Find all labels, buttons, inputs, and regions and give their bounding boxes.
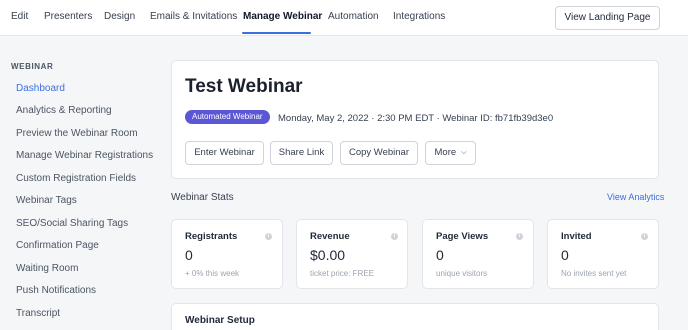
stat-subtext: ticket price: FREE [310,269,375,278]
tab-design[interactable]: Design [104,11,135,22]
stat-label: Registrants [185,231,238,242]
sidebar-item-webinar-tags[interactable]: Webinar Tags [16,195,77,206]
stat-subtext: + 0% this week [185,269,240,278]
sidebar-item-waiting-room[interactable]: Waiting Room [16,263,78,274]
sidebar-item-dashboard[interactable]: Dashboard [16,83,65,94]
info-icon: i [391,233,398,240]
sidebar-item-confirmation-page[interactable]: Confirmation Page [16,240,99,251]
sidebar-item-push-notifications[interactable]: Push Notifications [16,285,96,296]
sidebar-item-transcript[interactable]: Transcript [16,308,60,319]
active-tab-indicator [242,32,311,34]
tab-emails-invitations[interactable]: Emails & Invitations [150,11,237,22]
more-button[interactable]: More ⌵ [425,141,476,165]
stat-value: 0 [436,247,444,263]
info-icon: i [641,233,648,240]
sidebar-item-preview-room[interactable]: Preview the Webinar Room [16,128,138,139]
sidebar-heading: WEBINAR [11,62,54,71]
stat-value: 0 [185,247,193,263]
status-badge: Automated Webinar [185,110,270,124]
stat-subtext: No invites sent yet [561,269,627,278]
stat-label: Revenue [310,231,350,242]
stat-label: Invited [561,231,592,242]
sidebar-item-analytics-reporting[interactable]: Analytics & Reporting [16,105,112,116]
view-analytics-link[interactable]: View Analytics [607,192,664,202]
webinar-setup-title: Webinar Setup [185,315,255,326]
sidebar-item-seo-social-tags[interactable]: SEO/Social Sharing Tags [16,218,128,229]
sidebar-item-custom-registration-fields[interactable]: Custom Registration Fields [16,173,136,184]
stat-label: Page Views [436,231,489,242]
stat-value: $0.00 [310,247,346,263]
tab-presenters[interactable]: Presenters [44,11,92,22]
info-icon: i [516,233,523,240]
sidebar-item-manage-registrations[interactable]: Manage Webinar Registrations [16,150,153,161]
page-title: Test Webinar [185,76,303,97]
more-label: More [434,147,457,158]
share-link-button[interactable]: Share Link [270,141,333,165]
webinar-meta: Monday, May 2, 2022 · 2:30 PM EDT · Webi… [278,113,554,124]
view-landing-page-button[interactable]: View Landing Page [555,6,660,30]
info-icon: i [265,233,272,240]
tab-automation[interactable]: Automation [328,11,379,22]
stat-subtext: unique visitors [436,269,488,278]
stat-value: 0 [561,247,569,263]
chevron-down-icon: ⌵ [461,149,467,156]
tab-manage-webinar[interactable]: Manage Webinar [243,11,322,22]
tab-edit[interactable]: Edit [11,11,28,22]
enter-webinar-button[interactable]: Enter Webinar [185,141,264,165]
tab-integrations[interactable]: Integrations [393,11,445,22]
top-nav: Edit Presenters Design Emails & Invitati… [0,0,688,36]
copy-webinar-button[interactable]: Copy Webinar [340,141,418,165]
section-title-webinar-stats: Webinar Stats [171,192,234,203]
